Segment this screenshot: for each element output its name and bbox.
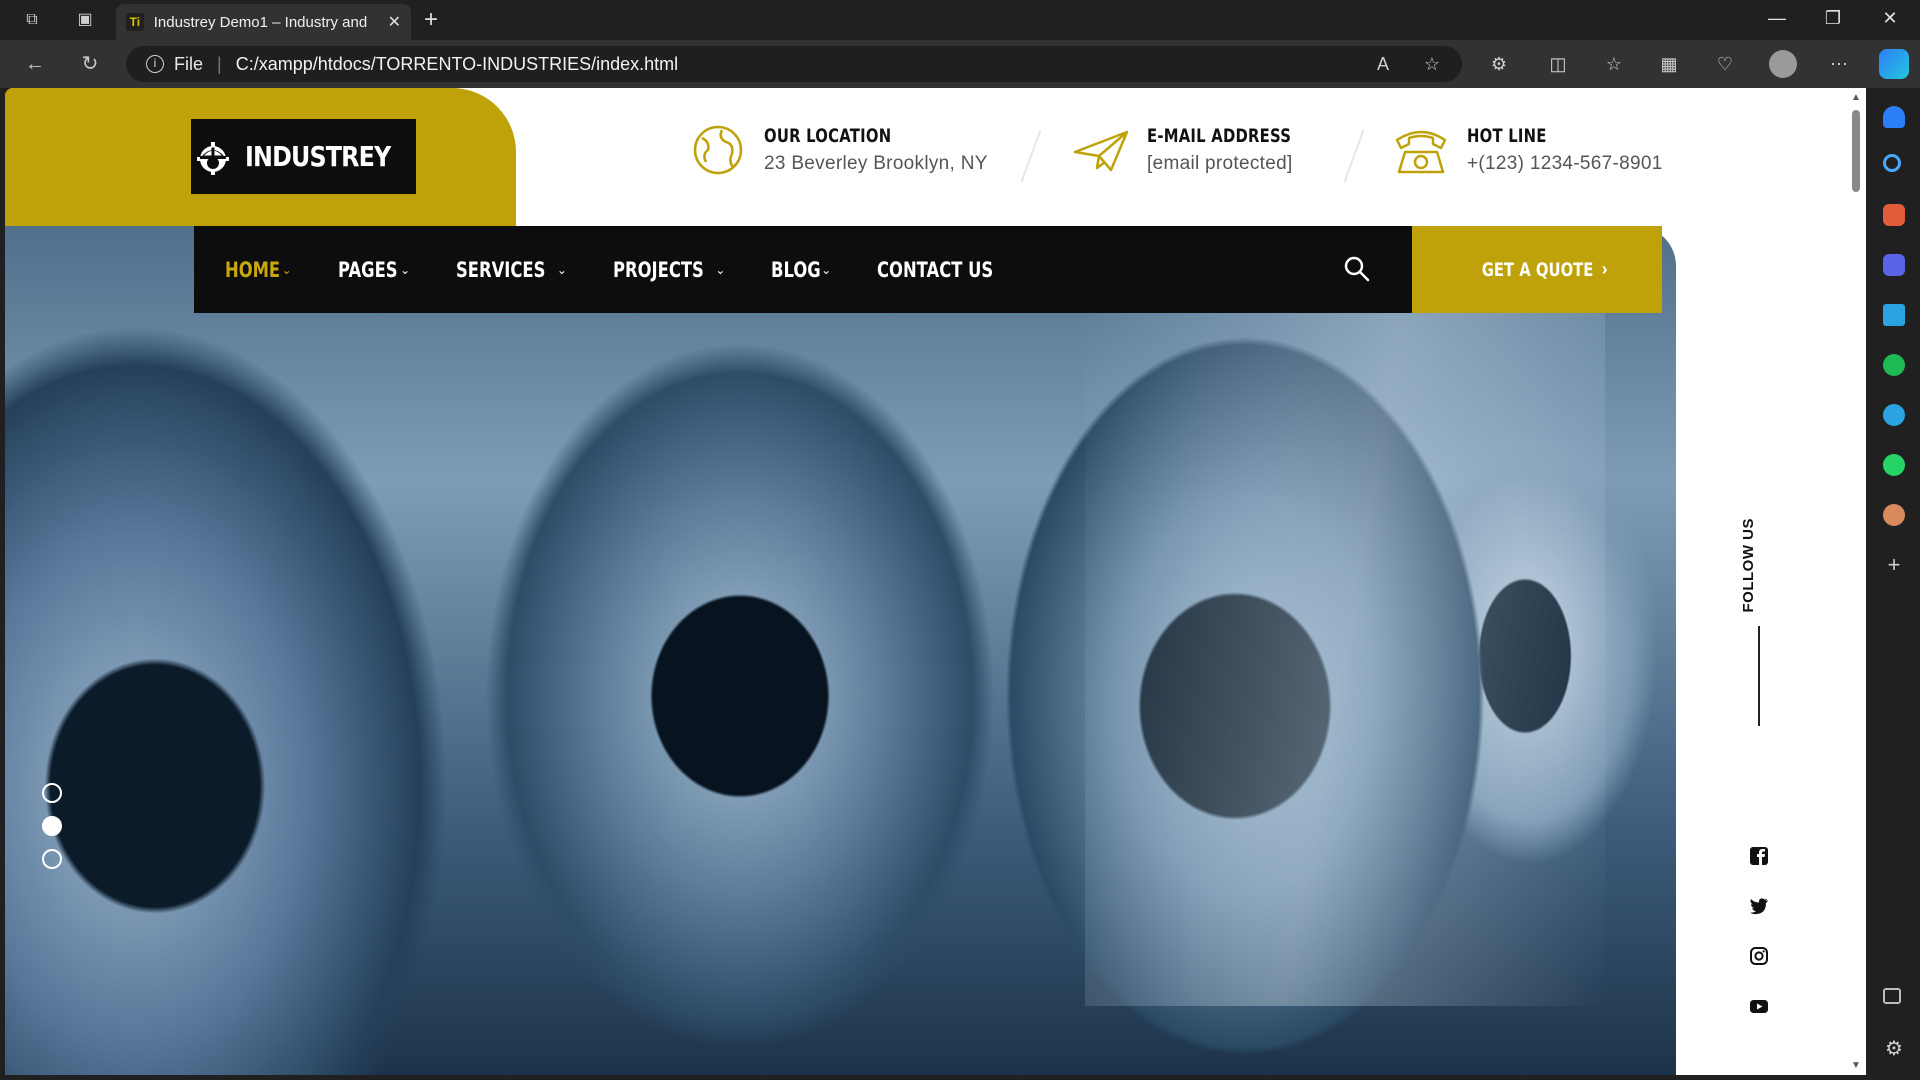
send-icon[interactable] xyxy=(1883,304,1905,326)
tab-title: Industrey Demo1 – Industry and xyxy=(153,13,368,31)
divider xyxy=(1343,129,1365,183)
favorite-star-icon[interactable]: ☆ xyxy=(1419,51,1445,77)
twitter-icon[interactable] xyxy=(1749,896,1769,916)
telephone-icon xyxy=(1395,130,1447,174)
address-bar[interactable]: i File | C:/xampp/htdocs/TORRENTO-INDUST… xyxy=(126,46,1462,82)
chevron-down-icon: ⌄ xyxy=(821,262,832,277)
close-window-icon[interactable]: ✕ xyxy=(1875,8,1905,29)
facebook-icon[interactable] xyxy=(1749,846,1769,866)
favorites-icon[interactable]: ☆ xyxy=(1601,51,1627,77)
nav-label: CONTACT US xyxy=(877,257,994,282)
profile-avatar[interactable] xyxy=(1769,50,1797,78)
nav-item-projects[interactable]: PROJECTS ⌄ xyxy=(613,258,726,282)
chevron-down-icon: ⌄ xyxy=(556,262,567,277)
tab-actions-icon[interactable]: ▣ xyxy=(73,8,97,32)
quote-label: GET A QUOTE xyxy=(1482,258,1594,281)
refresh-icon[interactable]: ↻ xyxy=(77,51,103,77)
get-a-quote-button[interactable]: GET A QUOTE › xyxy=(1412,226,1662,313)
info-hotline: HOT LINE +(123) 1234-567-8901 xyxy=(1391,122,1663,178)
browser-tab[interactable]: Ti Industrey Demo1 – Industry and ✕ xyxy=(116,4,411,40)
divider xyxy=(1020,129,1042,183)
address-scheme: File xyxy=(174,53,204,74)
hotline-label: HOT LINE xyxy=(1467,125,1547,147)
location-label: OUR LOCATION xyxy=(764,125,892,147)
telegram-icon[interactable] xyxy=(1883,404,1905,426)
nav-label: BLOG xyxy=(771,257,822,282)
address-separator: | xyxy=(217,53,222,74)
nav-item-pages[interactable]: PAGES ⌄ xyxy=(338,258,411,282)
chevron-right-icon: › xyxy=(1601,259,1608,279)
back-icon[interactable]: ← xyxy=(22,51,48,77)
hotline-value[interactable]: +(123) 1234-567-8901 xyxy=(1467,153,1663,175)
hero-highlight xyxy=(1085,286,1605,1006)
nav-label: PAGES xyxy=(337,257,398,282)
chevron-down-icon: ⌄ xyxy=(400,262,411,277)
page-viewport: INDUSTREY OUR LOCATION 23 Beverley Brook… xyxy=(5,88,1846,1075)
page-scrollbar[interactable]: ▲ ▼ xyxy=(1846,88,1866,1075)
edge-sidebar: + ⚙ xyxy=(1866,88,1920,1080)
extensions-icon[interactable]: ⚙ xyxy=(1486,51,1512,77)
settings-gear-icon[interactable]: ⚙ xyxy=(1883,1038,1905,1060)
sidebar-toggle-icon[interactable] xyxy=(1883,988,1901,1004)
nav-item-services[interactable]: SERVICES ⌄ xyxy=(456,258,567,282)
tools-icon[interactable] xyxy=(1883,204,1905,226)
site-info-icon[interactable]: i xyxy=(146,55,164,73)
minimize-icon[interactable]: — xyxy=(1762,8,1792,29)
info-location: OUR LOCATION 23 Beverley Brooklyn, NY xyxy=(688,122,988,178)
nav-item-contact-us[interactable]: CONTACT US xyxy=(877,258,1026,282)
tab-close-icon[interactable]: ✕ xyxy=(388,12,401,32)
address-url[interactable]: C:/xampp/htdocs/TORRENTO-INDUSTRIES/inde… xyxy=(236,54,678,75)
email-value[interactable]: [email protected] xyxy=(1147,153,1332,175)
email-label: E-MAIL ADDRESS xyxy=(1147,125,1292,147)
browser-tab-bar: ⧉ ▣ Ti Industrey Demo1 – Industry and ✕ … xyxy=(0,0,1920,40)
nav-label: HOME xyxy=(225,257,281,282)
slider-dot-3[interactable] xyxy=(42,849,62,869)
hero-slider-image xyxy=(5,226,1676,1075)
chevron-down-icon: ⌄ xyxy=(281,262,292,277)
performance-icon[interactable]: ♡ xyxy=(1712,51,1738,77)
read-aloud-icon[interactable]: A xyxy=(1370,51,1396,77)
search-sidebar-icon[interactable] xyxy=(1883,154,1901,172)
notifications-icon[interactable] xyxy=(1883,106,1905,128)
gear-helmet-icon xyxy=(196,141,229,175)
nav-label: SERVICES xyxy=(456,257,546,282)
location-value: 23 Beverley Brooklyn, NY xyxy=(764,153,988,174)
split-screen-icon[interactable]: ◫ xyxy=(1545,51,1571,77)
workspaces-icon[interactable]: ⧉ xyxy=(20,8,44,32)
copilot-sidebar-icon[interactable] xyxy=(1883,254,1905,276)
site-logo[interactable]: INDUSTREY xyxy=(191,119,416,194)
search-icon[interactable] xyxy=(1342,254,1372,284)
instagram-icon[interactable] xyxy=(1749,946,1769,966)
nav-item-blog[interactable]: BLOG ⌄ xyxy=(771,258,831,282)
more-menu-icon[interactable]: ⋯ xyxy=(1826,51,1852,77)
chevron-down-icon: ⌄ xyxy=(715,262,726,277)
scroll-down-icon[interactable]: ▼ xyxy=(1850,1060,1862,1071)
main-navigation: HOME ⌄ PAGES ⌄ SERVICES ⌄ PROJECTS ⌄ BLO… xyxy=(194,226,1662,313)
scroll-thumb[interactable] xyxy=(1852,110,1860,192)
follow-divider xyxy=(1758,626,1760,726)
paper-plane-icon xyxy=(1073,130,1129,172)
spotify-icon[interactable] xyxy=(1883,354,1905,376)
logo-block: INDUSTREY xyxy=(5,88,516,226)
browser-toolbar: ← ↻ i File | C:/xampp/htdocs/TORRENTO-IN… xyxy=(0,40,1920,88)
restore-icon[interactable]: ❐ xyxy=(1818,8,1848,29)
site-favicon: Ti xyxy=(126,13,144,31)
collections-icon[interactable]: ▦ xyxy=(1656,51,1682,77)
nav-label: PROJECTS xyxy=(612,257,704,282)
slider-pagination xyxy=(42,783,62,882)
nav-item-home[interactable]: HOME ⌄ xyxy=(225,258,292,282)
follow-us-label: FOLLOW US xyxy=(1740,518,1757,613)
copilot-icon[interactable] xyxy=(1879,49,1909,79)
info-email: E-MAIL ADDRESS [email protected] xyxy=(1071,122,1332,178)
app-icon[interactable] xyxy=(1883,504,1905,526)
globe-icon xyxy=(693,125,743,175)
logo-text: INDUSTREY xyxy=(244,140,391,173)
slider-dot-1[interactable] xyxy=(42,783,62,803)
youtube-icon[interactable] xyxy=(1749,996,1769,1016)
whatsapp-icon[interactable] xyxy=(1883,454,1905,476)
slider-dot-2[interactable] xyxy=(42,816,62,836)
scroll-up-icon[interactable]: ▲ xyxy=(1850,92,1862,103)
add-sidebar-app-icon[interactable]: + xyxy=(1883,554,1905,576)
new-tab-icon[interactable]: + xyxy=(424,6,438,34)
